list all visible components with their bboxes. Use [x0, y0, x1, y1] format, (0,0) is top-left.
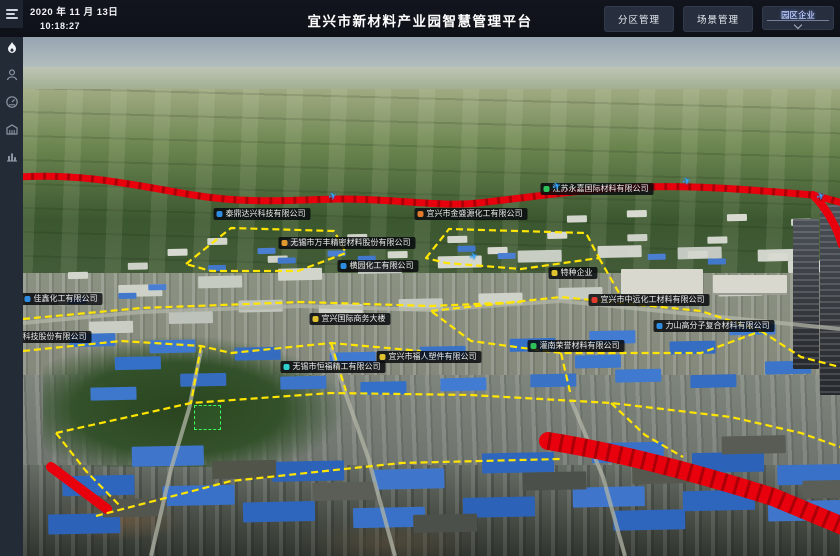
user-icon: [5, 68, 19, 82]
company-label-text: 泰鼎达兴科技有限公司: [226, 208, 306, 220]
company-marker-icon: [341, 263, 347, 269]
vehicle-marker-icon: ✈: [468, 250, 479, 263]
header-bar: 2020 年 11 月 13日 10:18:27 宜兴市新材料产业园智慧管理平台…: [0, 0, 840, 37]
bar-chart-icon: [5, 149, 19, 163]
company-label-text: 鑫明达科技股份有限公司: [23, 331, 87, 343]
highrise-tower: [793, 219, 819, 369]
company-marker-icon: [592, 297, 598, 303]
map-company-label[interactable]: 力山高分子复合材料有限公司: [654, 320, 775, 332]
vehicle-marker-icon: ✈: [327, 190, 338, 203]
fire-icon: [5, 41, 19, 55]
map-sky: [23, 37, 840, 69]
map-industrial-bottom: [23, 465, 840, 556]
map-company-label[interactable]: 横园化工有限公司: [338, 260, 419, 272]
company-label-text: 宜兴市中远化工材料有限公司: [601, 294, 705, 306]
app-window: 2020 年 11 月 13日 10:18:27 宜兴市新材料产业园智慧管理平台…: [0, 0, 840, 556]
white-building-row: [713, 275, 787, 293]
white-rooftops: [118, 284, 162, 297]
map-company-label[interactable]: 鑫明达科技股份有限公司: [23, 331, 92, 343]
map-company-label[interactable]: 佳鑫化工有限公司: [23, 293, 103, 305]
small-blue-rooftops: [257, 248, 275, 254]
vehicle-marker-icon: ✈: [815, 190, 826, 203]
header-actions: 分区管理 场景管理 园区企业: [604, 6, 834, 32]
company-label-text: 横园化工有限公司: [350, 260, 414, 272]
sidebar-item-factory[interactable]: [0, 115, 23, 142]
company-marker-icon: [531, 343, 537, 349]
company-marker-icon: [282, 240, 288, 246]
company-label-text: 宜兴市福人塑件有限公司: [389, 351, 477, 363]
company-marker-icon: [25, 296, 31, 302]
company-label-text: 无锡市万丰精密材料股份有限公司: [291, 237, 411, 249]
left-sidebar: [0, 28, 23, 556]
company-label-text: 力山高分子复合材料有限公司: [666, 320, 770, 332]
map-horizon-haze: [23, 67, 840, 95]
company-marker-icon: [284, 364, 290, 370]
company-marker-icon: [380, 354, 386, 360]
company-label-text: 无锡市恒福精工有限公司: [293, 361, 381, 373]
map-company-label[interactable]: 无锡市恒福精工有限公司: [281, 361, 386, 373]
company-marker-icon: [552, 270, 558, 276]
selection-box: [194, 405, 221, 430]
map-company-label[interactable]: 宜兴国际商务大楼: [310, 313, 391, 325]
chevron-down-icon: [794, 21, 802, 29]
map-company-label[interactable]: 无锡市万丰精密材料股份有限公司: [279, 237, 416, 249]
map-company-label[interactable]: 江苏永嘉国际材料有限公司: [541, 183, 654, 195]
company-marker-icon: [418, 211, 424, 217]
map-company-label[interactable]: 宜兴市福人塑件有限公司: [377, 351, 482, 363]
highrise-tower: [820, 205, 840, 395]
scene-management-button[interactable]: 场景管理: [683, 6, 753, 32]
small-white-rooftops: [207, 238, 227, 245]
map-company-label[interactable]: 宜兴市中远化工材料有限公司: [589, 294, 710, 306]
company-marker-icon: [217, 211, 223, 217]
dark-rooftops: [103, 498, 167, 517]
park-enterprise-dropdown[interactable]: 园区企业: [762, 6, 834, 30]
company-marker-icon: [313, 316, 319, 322]
map-3d-viewport[interactable]: 泰鼎达兴科技有限公司 宜兴市金盛源化工有限公司 江苏永嘉国际材料有限公司无锡市万丰精…: [23, 37, 840, 556]
sidebar-item-gauge[interactable]: [0, 88, 23, 115]
sidebar-item-chart[interactable]: [0, 142, 23, 169]
sidebar-item-fire[interactable]: [0, 34, 23, 61]
map-company-label[interactable]: 泰鼎达兴科技有限公司: [214, 208, 311, 220]
map-company-label[interactable]: 灌南荣誉材料有限公司: [528, 340, 625, 352]
map-green-field: [43, 337, 343, 467]
company-marker-icon: [544, 186, 550, 192]
company-label-text: 宜兴市金盛源化工有限公司: [427, 208, 523, 220]
map-company-label[interactable]: 宜兴市金盛源化工有限公司: [415, 208, 528, 220]
large-white-building: [621, 269, 703, 295]
map-farmland: [23, 89, 840, 281]
map-company-label[interactable]: 特种企业: [549, 267, 598, 279]
vehicle-marker-icon: ✈: [681, 175, 692, 188]
zone-management-button[interactable]: 分区管理: [604, 6, 674, 32]
company-label-text: 江苏永嘉国际材料有限公司: [553, 183, 649, 195]
factory-icon: [5, 122, 19, 136]
sidebar-item-user[interactable]: [0, 61, 23, 88]
company-label-text: 特种企业: [561, 267, 593, 279]
blue-rooftops-large: [62, 475, 134, 497]
company-marker-icon: [657, 323, 663, 329]
company-label-text: 灌南荣誉材料有限公司: [540, 340, 620, 352]
company-label-text: 佳鑫化工有限公司: [34, 293, 98, 305]
map-overlay-lines: [23, 37, 840, 556]
company-label-text: 宜兴国际商务大楼: [322, 313, 386, 325]
gauge-icon: [5, 95, 19, 109]
map-industrial-low: [23, 375, 840, 471]
